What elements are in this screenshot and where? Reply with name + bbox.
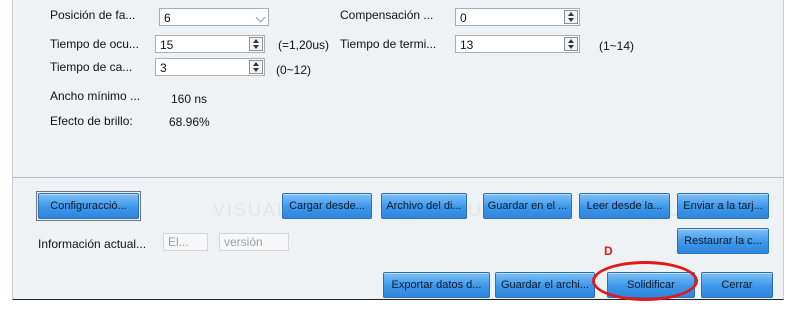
send-to-card-button[interactable]: Enviar a la tarj... [677, 193, 769, 219]
spinner-arrows-icon[interactable] [564, 10, 578, 24]
position-label: Posición de fa... [50, 8, 136, 22]
restore-button[interactable]: Restaurar la c... [677, 228, 769, 254]
spinner-arrows-icon[interactable] [249, 60, 263, 74]
info-field-2: versión [219, 233, 289, 251]
spinner-arrows-icon[interactable] [249, 37, 263, 51]
close-button[interactable]: Cerrar [701, 272, 773, 298]
ca-time-hint: (0~12) [276, 63, 312, 77]
export-data-button[interactable]: Exportar datos d... [383, 272, 490, 298]
termination-time-value: 13 [460, 38, 474, 52]
annotation-ring [592, 261, 698, 301]
device-file-button[interactable]: Archivo del di... [381, 193, 467, 219]
occupancy-time-value: 15 [160, 38, 174, 52]
read-from-button[interactable]: Leer desde la... [579, 193, 670, 219]
current-info-label: Información actual... [38, 237, 147, 251]
chevron-down-icon [255, 12, 266, 23]
annotation-marker: D [604, 244, 613, 258]
config-button-frame: Configuracció... [36, 191, 141, 221]
spinner-arrows-icon[interactable] [564, 37, 578, 51]
min-width-label: Ancho mínimo ... [50, 89, 141, 103]
ca-time-spinner[interactable]: 3 [155, 58, 265, 76]
position-select[interactable]: 6 [159, 8, 269, 26]
termination-time-hint: (1~14) [599, 39, 635, 53]
brightness-effect-label: Efecto de brillo: [50, 114, 133, 128]
load-from-button[interactable]: Cargar desde... [282, 193, 372, 219]
settings-panel: Posición de fa... 6 Compensación ... 0 T… [13, 0, 783, 178]
info-field-1: El... [163, 233, 208, 251]
ca-time-label: Tiempo de ca... [50, 60, 133, 74]
config-button[interactable]: Configuracció... [38, 193, 139, 219]
position-value: 6 [164, 11, 171, 25]
occupancy-time-spinner[interactable]: 15 [155, 35, 265, 53]
min-width-value: 160 ns [171, 92, 208, 106]
occupancy-time-hint: (=1,20us) [278, 38, 330, 52]
termination-time-label: Tiempo de termi... [340, 37, 437, 51]
occupancy-time-label: Tiempo de ocu... [50, 37, 139, 51]
save-file-button[interactable]: Guardar el archi... [495, 272, 595, 298]
brightness-effect-value: 68.96% [169, 115, 210, 129]
ca-time-value: 3 [160, 61, 167, 75]
termination-time-spinner[interactable]: 13 [455, 35, 580, 53]
compensation-label: Compensación ... [340, 8, 434, 22]
compensation-spinner[interactable]: 0 [455, 8, 580, 26]
compensation-value: 0 [460, 11, 467, 25]
save-to-button[interactable]: Guardar en el ... [483, 193, 572, 219]
settings-window: Posición de fa... 6 Compensación ... 0 T… [12, 0, 784, 300]
